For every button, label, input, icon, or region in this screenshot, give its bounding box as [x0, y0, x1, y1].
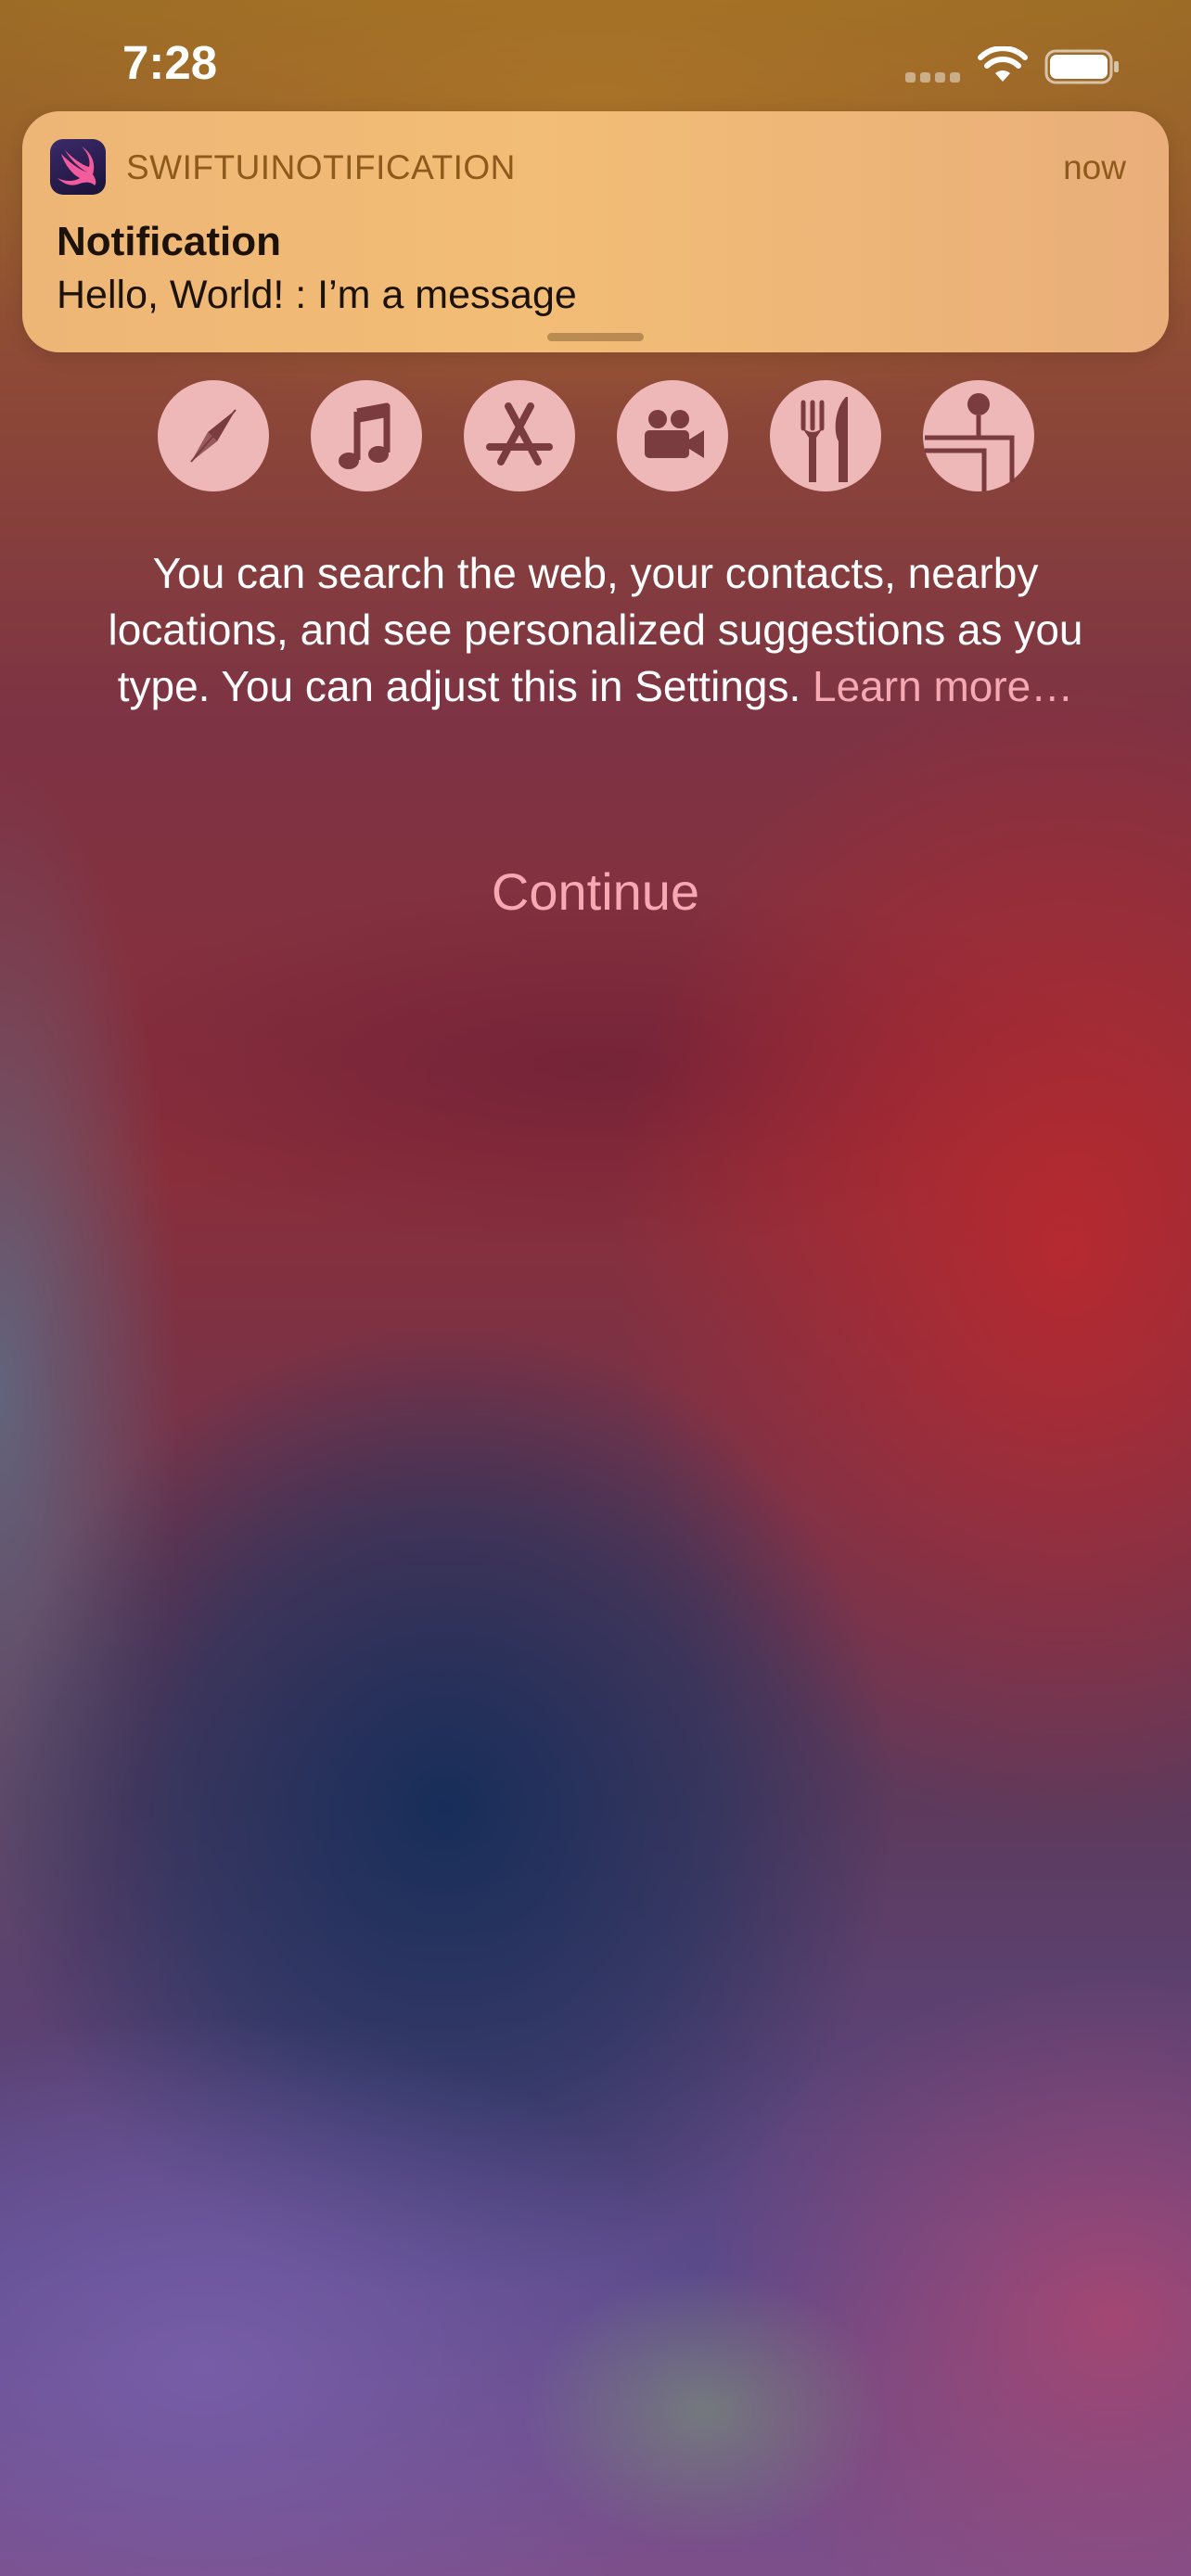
search-description: You can search the web, your contacts, n…: [102, 545, 1089, 715]
notification-title: Notification: [57, 219, 281, 264]
safari-compass-icon: [158, 380, 269, 491]
continue-button[interactable]: Continue: [410, 855, 781, 929]
status-time: 7:28: [122, 36, 218, 89]
wifi-icon: [978, 46, 1028, 82]
swift-app-icon: [50, 139, 106, 195]
learn-more-link[interactable]: Learn more…: [813, 662, 1073, 710]
notification-banner[interactable]: SWIFTUINOTIFICATION now Notification Hel…: [22, 111, 1169, 352]
notification-body: Hello, World! : I’m a message: [57, 273, 577, 317]
app-store-icon: [464, 380, 575, 491]
cellular-signal-icon: [905, 72, 961, 83]
notification-grabber-handle[interactable]: [547, 333, 644, 341]
map-pin-icon: [923, 380, 1034, 491]
battery-icon: [1044, 49, 1119, 84]
movie-camera-icon: [617, 380, 728, 491]
feature-icons-row: [0, 380, 1191, 493]
notification-app-name: SWIFTUINOTIFICATION: [126, 148, 516, 186]
music-note-icon: [311, 380, 422, 491]
notification-time: now: [1063, 148, 1126, 186]
fork-knife-icon: [770, 380, 881, 491]
status-bar: 7:28: [0, 0, 1191, 130]
